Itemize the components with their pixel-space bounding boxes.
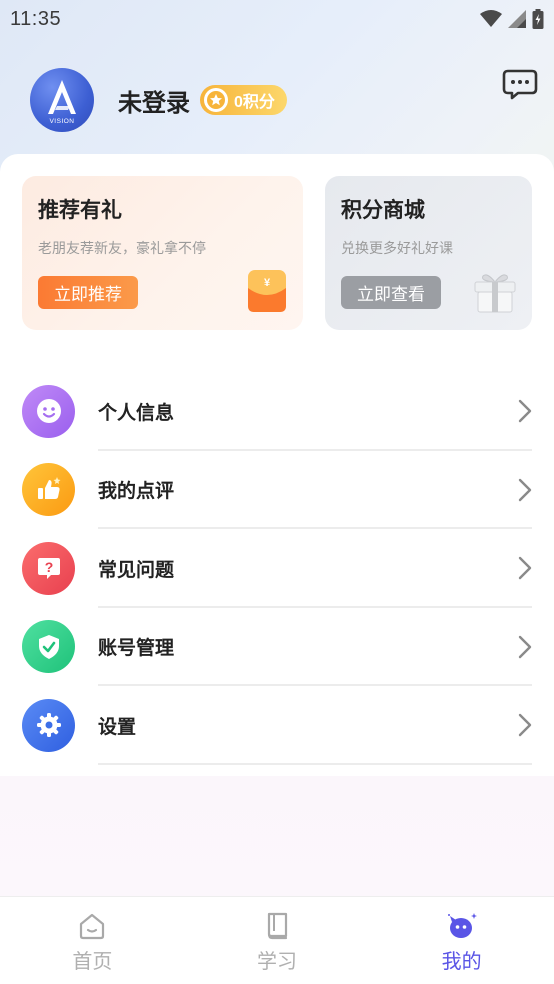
points-mall-subtitle: 兑换更多好礼好课 — [341, 240, 453, 256]
tab-mine[interactable]: 我的 — [369, 897, 554, 984]
chevron-right-icon — [518, 557, 532, 580]
menu-item-label: 常见问题 — [98, 559, 175, 581]
battery-icon — [532, 9, 544, 29]
avatar-logo-text: VISION — [49, 118, 74, 125]
menu-item-account-management[interactable]: 账号管理 — [0, 608, 554, 686]
shield-check-icon — [22, 620, 75, 674]
chevron-right-icon — [518, 478, 532, 501]
profile-section[interactable]: VISION 未登录 0积分 — [30, 68, 287, 132]
tab-study[interactable]: 学习 — [185, 897, 370, 984]
view-now-button[interactable]: 立即查看 — [341, 276, 441, 309]
menu-item-settings[interactable]: 设置 — [0, 686, 554, 765]
home-icon — [80, 913, 105, 940]
tab-label: 首页 — [72, 951, 113, 973]
tab-label: 我的 — [441, 951, 482, 973]
chevron-right-icon — [518, 400, 532, 423]
chevron-right-icon — [518, 635, 532, 658]
username[interactable]: 未登录 — [118, 83, 190, 118]
empty-area — [0, 776, 554, 896]
points-label: 0积分 — [234, 94, 275, 111]
red-envelope-icon: ¥ — [248, 270, 286, 312]
points-mall-title: 积分商城 — [341, 199, 425, 222]
content-panel: 推荐有礼 老朋友荐新友，豪礼拿不停 立即推荐 ¥ 积分商城 兑换更多好礼好课 立… — [0, 154, 554, 776]
vision-logo: VISION — [48, 80, 76, 125]
points-badge[interactable]: 0积分 — [200, 85, 287, 115]
menu-item-my-reviews[interactable]: 我的点评 — [0, 451, 554, 529]
menu-item-profile-info[interactable]: 个人信息 — [0, 372, 554, 451]
referral-subtitle: 老朋友荐新友，豪礼拿不停 — [38, 240, 206, 256]
gift-box-icon — [474, 274, 516, 313]
message-icon — [502, 69, 538, 100]
menu-item-faq[interactable]: ? 常见问题 — [0, 529, 554, 608]
tab-home[interactable]: 首页 — [0, 897, 185, 984]
wifi-icon — [480, 10, 502, 27]
status-time: 11:35 — [10, 7, 62, 30]
menu-item-label: 我的点评 — [98, 481, 175, 503]
gear-icon — [22, 698, 75, 752]
menu-item-label: 设置 — [98, 716, 137, 738]
smile-face-icon — [22, 384, 75, 438]
thumbs-up-icon — [22, 463, 75, 517]
menu-item-label: 账号管理 — [98, 638, 175, 660]
chevron-right-icon — [518, 714, 532, 737]
divider — [98, 762, 532, 765]
referral-card[interactable]: 推荐有礼 老朋友荐新友，豪礼拿不停 立即推荐 ¥ — [22, 176, 303, 330]
tab-label: 学习 — [257, 951, 297, 973]
status-bar: 11:35 — [0, 0, 554, 38]
referral-title: 推荐有礼 — [38, 199, 122, 222]
menu-list: 个人信息 我的点评 ? 常见问题 账号管理 设置 — [0, 372, 554, 765]
svg-text:?: ? — [44, 559, 53, 575]
status-icons — [480, 9, 544, 29]
points-mall-card[interactable]: 积分商城 兑换更多好礼好课 立即查看 — [325, 176, 532, 330]
bottom-tab-bar: 首页 学习 我的 — [0, 896, 554, 984]
svg-text:¥: ¥ — [264, 277, 271, 289]
mascot-icon — [447, 913, 477, 938]
avatar[interactable]: VISION — [30, 68, 94, 132]
signal-icon — [508, 10, 526, 28]
question-icon: ? — [22, 541, 75, 595]
refer-now-button[interactable]: 立即推荐 — [38, 276, 138, 309]
book-icon — [267, 912, 288, 940]
menu-item-label: 个人信息 — [98, 402, 175, 424]
message-button[interactable] — [502, 68, 538, 100]
star-icon — [204, 88, 228, 112]
